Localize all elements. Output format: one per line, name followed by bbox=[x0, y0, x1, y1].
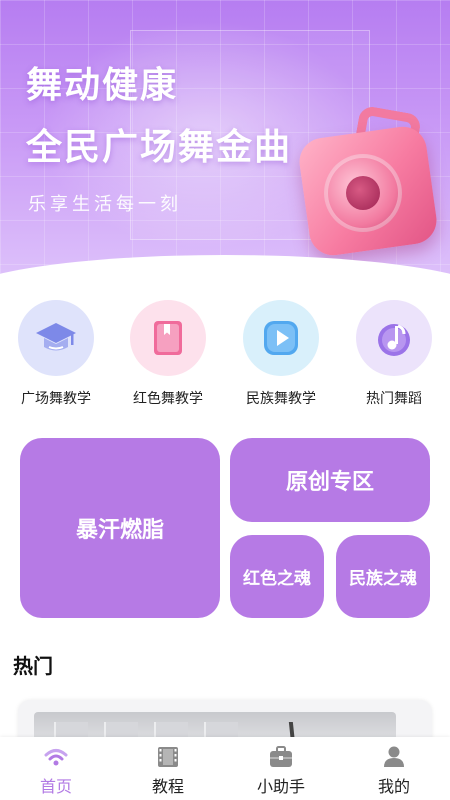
briefcase-icon bbox=[270, 746, 292, 767]
tile-ethnic-soul[interactable]: 民族之魂 bbox=[336, 535, 430, 618]
category-label: 热门舞蹈 bbox=[366, 391, 422, 407]
tab-label: 我的 bbox=[377, 777, 410, 796]
hero-subtitle: 乐享生活每一刻 bbox=[28, 194, 182, 215]
category-red-dance[interactable]: 红色舞教学 bbox=[112, 300, 224, 408]
play-icon bbox=[264, 321, 298, 355]
category-row: 广场舞教学 红色舞教学 民族舞教学 热门舞蹈 bbox=[0, 300, 450, 415]
tile-red-soul[interactable]: 红色之魂 bbox=[230, 535, 324, 618]
category-icon-bg bbox=[356, 300, 432, 376]
film-icon bbox=[158, 747, 178, 767]
tab-label: 教程 bbox=[151, 777, 184, 796]
category-icon-bg bbox=[130, 300, 206, 376]
speaker-illustration-icon bbox=[296, 104, 440, 259]
category-popular-dance[interactable]: 热门舞蹈 bbox=[338, 300, 450, 408]
graduation-cap-icon bbox=[36, 323, 76, 351]
category-ethnic-dance[interactable]: 民族舞教学 bbox=[225, 300, 337, 408]
category-square-dance[interactable]: 广场舞教学 bbox=[0, 300, 112, 408]
category-label: 广场舞教学 bbox=[21, 391, 91, 407]
hero-title-line1: 舞动健康 bbox=[26, 65, 179, 106]
category-label: 民族舞教学 bbox=[246, 391, 316, 407]
home-wifi-icon bbox=[44, 749, 68, 766]
book-icon bbox=[154, 321, 182, 355]
hot-section-title: 热门 bbox=[13, 654, 53, 678]
tab-label: 小助手 bbox=[256, 777, 305, 796]
tab-label: 首页 bbox=[39, 777, 72, 796]
category-label: 红色舞教学 bbox=[133, 391, 203, 407]
category-icon-bg bbox=[18, 300, 94, 376]
tile-sweat-burn[interactable]: 暴汗燃脂 bbox=[20, 438, 220, 618]
tab-tutorial[interactable]: 教程 bbox=[112, 737, 224, 800]
category-icon-bg bbox=[243, 300, 319, 376]
person-icon bbox=[384, 746, 404, 767]
tab-home[interactable]: 首页 bbox=[0, 737, 112, 800]
hero-title-line2: 全民广场舞金曲 bbox=[26, 127, 293, 168]
tile-original-zone[interactable]: 原创专区 bbox=[230, 438, 430, 522]
tab-mine[interactable]: 我的 bbox=[338, 737, 450, 800]
hero-banner[interactable]: 舞动健康 全民广场舞金曲 乐享生活每一刻 bbox=[0, 0, 450, 290]
tab-assistant[interactable]: 小助手 bbox=[225, 737, 337, 800]
music-note-icon bbox=[378, 324, 410, 356]
bottom-tab-bar: 首页 教程 小助手 我的 bbox=[0, 737, 450, 800]
